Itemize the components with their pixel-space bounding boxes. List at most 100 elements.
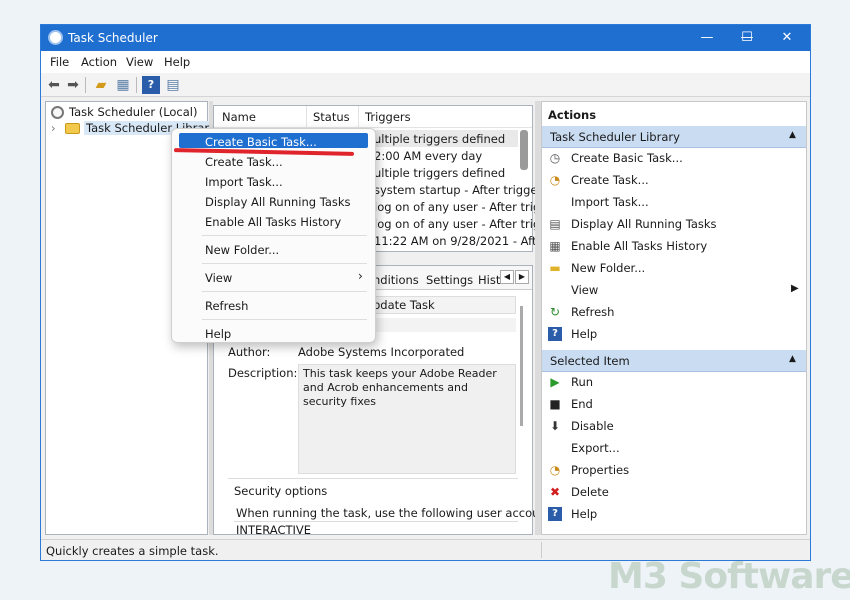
ctx-separator (202, 319, 367, 320)
table-cell-trigger: ultiple triggers defined (374, 166, 506, 180)
up-folder-icon[interactable]: ▰ (92, 76, 110, 94)
clock-icon (51, 106, 64, 119)
show-hide-tree-icon[interactable]: ▦ (114, 76, 132, 94)
chevron-right-icon[interactable]: › (51, 121, 56, 135)
tab-scroll-right-icon[interactable]: ▶ (515, 270, 529, 284)
collapse-up-icon[interactable]: ▲ (789, 130, 796, 140)
ctx-separator (202, 263, 367, 264)
column-name[interactable]: Name (222, 110, 256, 124)
action-item[interactable]: ▶ Run (542, 372, 806, 394)
forward-arrow-icon[interactable]: ➡ (64, 76, 82, 94)
delete-icon: ✖ (549, 485, 561, 499)
action-item[interactable]: ▤ Display All Running Tasks (542, 214, 806, 236)
actions-header: Actions (548, 108, 597, 122)
action-item[interactable]: ? Help (542, 324, 806, 346)
actions-pane: Actions Task Scheduler Library ▲ ◷ Create… (541, 101, 807, 535)
ctx-help[interactable]: Help (205, 327, 231, 341)
action-label: Display All Running Tasks (571, 217, 717, 231)
column-status[interactable]: Status (313, 110, 350, 124)
tab-conditions[interactable]: nditions (373, 273, 419, 287)
title-bar[interactable]: Task Scheduler — ✕ — ☐ (41, 25, 810, 51)
minimize-button-dash[interactable]: — (687, 25, 727, 51)
close-button[interactable]: ✕ (767, 25, 807, 51)
refresh-icon: ↻ (549, 305, 561, 319)
chevron-right-icon: ▶ (791, 283, 799, 294)
action-pane-icon[interactable]: ▤ (164, 76, 182, 94)
toolbar: ⬅ ➡ ▰ ▦ ? ▤ (41, 73, 810, 97)
ctx-new-folder[interactable]: New Folder... (205, 243, 279, 257)
action-item[interactable]: ◔ Create Task... (542, 170, 806, 192)
help-icon: ? (548, 327, 562, 341)
action-label: Create Basic Task... (571, 151, 683, 165)
action-item[interactable]: ◷ Create Basic Task... (542, 148, 806, 170)
description-text: This task keeps your Adobe Reader and Ac… (303, 367, 497, 408)
action-item[interactable]: ◔ Properties (542, 460, 806, 482)
maximize-button[interactable]: ☐ (727, 25, 767, 51)
ctx-import-task[interactable]: Import Task... (205, 175, 283, 189)
toolbar-separator (136, 77, 137, 93)
table-cell-trigger: log on of any user - After trig (374, 200, 541, 214)
context-menu: Create Basic Task... Create Task... Impo… (171, 128, 376, 343)
task-name-value: pdate Task (373, 298, 435, 312)
window-title: Task Scheduler (68, 31, 158, 45)
ctx-create-task[interactable]: Create Task... (205, 155, 283, 169)
action-label: Delete (571, 485, 609, 499)
ctx-create-basic-task[interactable]: Create Basic Task... (205, 135, 317, 149)
author-label: Author: (228, 345, 271, 359)
detail-scrollbar[interactable] (520, 306, 523, 426)
table-cell-trigger: system startup - After trigger (374, 183, 543, 197)
stop-icon: ■ (549, 397, 561, 411)
tab-scroll-left-icon[interactable]: ◀ (500, 270, 514, 284)
back-arrow-icon[interactable]: ⬅ (45, 76, 63, 94)
disable-icon: ⬇ (549, 419, 561, 433)
tree-root-label: Task Scheduler (Local) (69, 105, 198, 119)
tab-settings[interactable]: Settings (426, 273, 473, 287)
action-label: Refresh (571, 305, 615, 319)
action-item[interactable]: ? Help (542, 504, 806, 526)
action-item[interactable]: ↻ Refresh (542, 302, 806, 324)
action-item[interactable]: Export... (542, 438, 806, 460)
action-item[interactable]: ▬ New Folder... (542, 258, 806, 280)
action-item[interactable]: ✖ Delete (542, 482, 806, 504)
section-selected[interactable]: Selected Item ▲ (542, 350, 806, 372)
action-item[interactable]: Import Task... (542, 192, 806, 214)
ctx-display-running[interactable]: Display All Running Tasks (205, 195, 351, 209)
menu-help[interactable]: Help (164, 55, 190, 69)
table-cell-trigger: 2:00 AM every day (374, 149, 483, 163)
action-label: Create Task... (571, 173, 649, 187)
clock-icon: ◷ (549, 151, 561, 165)
ctx-view[interactable]: View (205, 271, 232, 285)
ctx-enable-history[interactable]: Enable All Tasks History (205, 215, 341, 229)
ctx-refresh[interactable]: Refresh (205, 299, 248, 313)
table-cell-trigger: 11:22 AM on 9/28/2021 - Afte (374, 234, 544, 248)
help-icon[interactable]: ? (142, 76, 160, 94)
action-item[interactable]: ▦ Enable All Tasks History (542, 236, 806, 258)
task-scheduler-window: Task Scheduler — ✕ — ☐ File Action View … (40, 24, 811, 561)
action-item[interactable]: View ▶ (542, 280, 806, 302)
status-text: Quickly creates a simple task. (46, 544, 219, 558)
task-list-scrollbar[interactable] (520, 130, 528, 170)
properties-icon: ◔ (549, 463, 561, 477)
description-box[interactable]: This task keeps your Adobe Reader and Ac… (298, 364, 516, 474)
clock-icon (48, 30, 63, 45)
menu-action[interactable]: Action (81, 55, 117, 69)
action-item[interactable]: ⬇ Disable (542, 416, 806, 438)
action-label: End (571, 397, 593, 411)
action-item[interactable]: ■ End (542, 394, 806, 416)
column-triggers[interactable]: Triggers (365, 110, 411, 124)
security-options-label: Security options (234, 484, 328, 498)
action-label: Enable All Tasks History (571, 239, 708, 253)
task-list-header: Name Status Triggers (214, 106, 532, 128)
section-library[interactable]: Task Scheduler Library ▲ (542, 126, 806, 148)
action-label: Help (571, 327, 598, 341)
security-account: INTERACTIVE (236, 523, 312, 537)
menu-file[interactable]: File (50, 55, 69, 69)
collapse-up-icon[interactable]: ▲ (789, 354, 796, 364)
action-label: Help (571, 507, 598, 521)
watermark-logo: M3 Software (608, 556, 850, 597)
menu-view[interactable]: View (126, 55, 153, 69)
history-icon: ▦ (549, 239, 561, 253)
folder-icon (65, 123, 80, 134)
ctx-separator (202, 291, 367, 292)
task-icon: ◔ (549, 173, 561, 187)
